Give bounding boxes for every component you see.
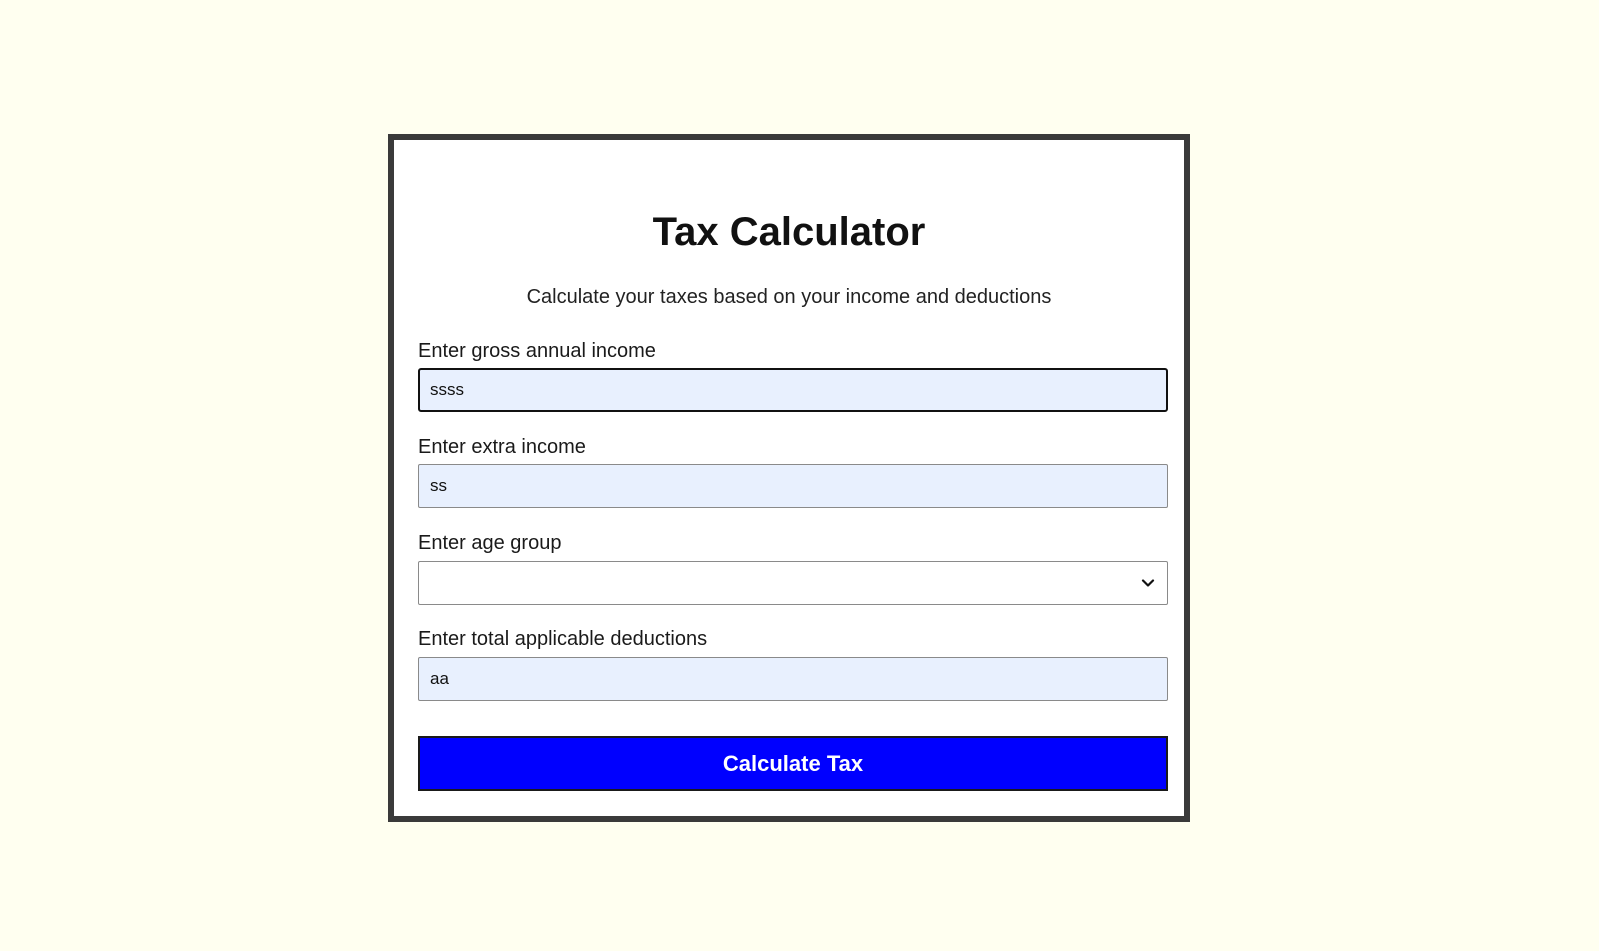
calculate-tax-button[interactable]: Calculate Tax: [418, 736, 1168, 791]
page-title: Tax Calculator: [652, 210, 926, 254]
age-group-label: Enter age group: [418, 532, 562, 554]
tax-calculator-card: Tax Calculator Calculate your taxes base…: [388, 134, 1190, 822]
deductions-input[interactable]: [418, 657, 1168, 701]
chevron-down-icon: [1141, 579, 1155, 587]
extra-income-label: Enter extra income: [418, 436, 586, 458]
page-subtitle: Calculate your taxes based on your incom…: [526, 286, 1052, 308]
gross-income-label: Enter gross annual income: [418, 340, 656, 362]
age-group-select[interactable]: [418, 561, 1168, 605]
deductions-label: Enter total applicable deductions: [418, 628, 708, 650]
extra-income-input[interactable]: [418, 464, 1168, 508]
gross-income-input[interactable]: [418, 368, 1168, 412]
